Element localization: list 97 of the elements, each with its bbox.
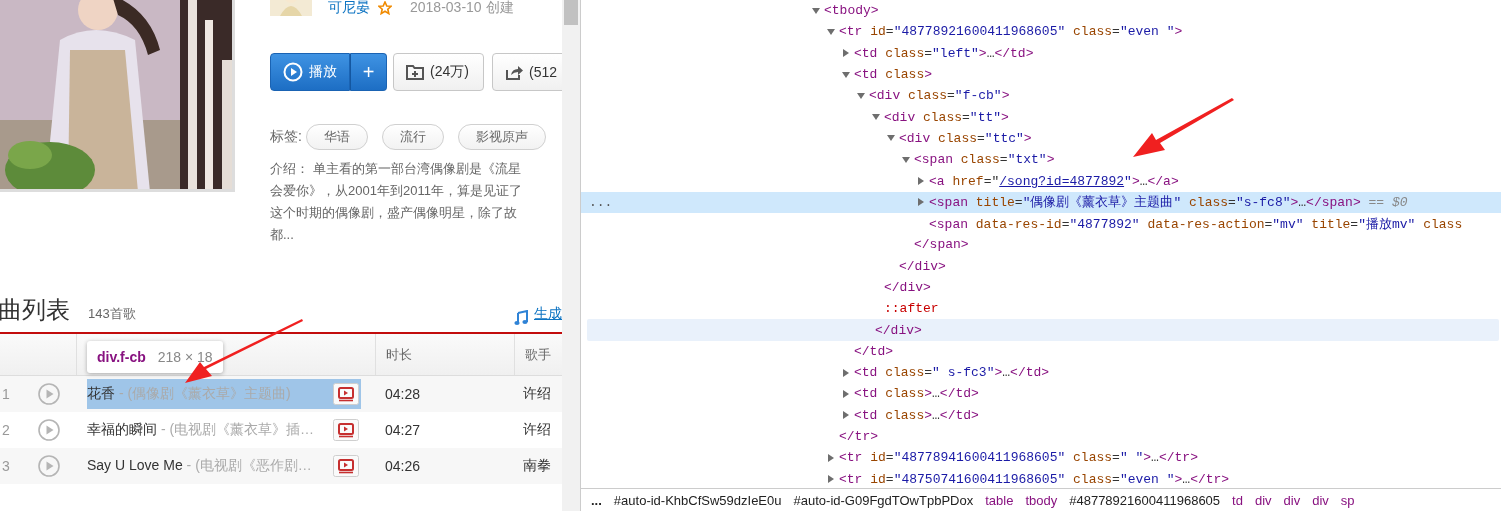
- song-title[interactable]: Say U Love Me - (电视剧《恶作剧…: [87, 457, 333, 475]
- row-number: 3: [1, 458, 11, 474]
- code-line: </tr>: [839, 429, 878, 445]
- collapsed-arrow-icon[interactable]: [917, 198, 925, 207]
- song-title[interactable]: 幸福的瞬间 - (电视剧《薰衣草》插…: [87, 421, 333, 439]
- expanded-arrow-icon[interactable]: [827, 27, 835, 36]
- code-line: <td class=" s-fc3">…</td>: [854, 365, 1050, 381]
- more-button[interactable]: ...: [591, 492, 602, 508]
- code-line: <span data-res-id="4877892" data-res-action="mv" title="播放mv" class: [929, 215, 1463, 233]
- code-line: <td class>: [854, 67, 933, 83]
- code-line: <span class="txt">: [914, 152, 1055, 168]
- singer-cell[interactable]: 许绍: [514, 385, 562, 403]
- code-line: <tr id="48778921600411968605" class="even ">: [839, 24, 1183, 40]
- breadcrumb-item[interactable]: div: [1254, 492, 1272, 508]
- play-button[interactable]: 播放: [270, 53, 350, 91]
- tag-chip[interactable]: 影视原声: [457, 124, 546, 150]
- code-line: <tr id="48778941600411968605" class=" ">…</tr>: [839, 450, 1198, 466]
- song-count: 143首歌: [88, 305, 136, 323]
- intro-text: 都...: [270, 226, 295, 244]
- tag-chip[interactable]: 流行: [381, 124, 444, 150]
- expanded-arrow-icon[interactable]: [842, 70, 850, 79]
- play-icon: [283, 62, 303, 82]
- scrollbar-thumb[interactable]: [564, 0, 578, 25]
- code-line: </td>: [854, 343, 893, 359]
- intro-text: 介绍： 单主看的第一部台湾偶像剧是《流星: [270, 160, 522, 178]
- scrollbar[interactable]: [562, 0, 580, 511]
- breadcrumb-item[interactable]: table: [985, 492, 1014, 508]
- created-date: 2018-03-10 创建: [410, 0, 514, 17]
- video-icon[interactable]: [333, 383, 359, 405]
- code-text: </a>: [1147, 173, 1179, 189]
- collapsed-arrow-icon[interactable]: [842, 411, 850, 420]
- code-text: …: [1139, 173, 1148, 189]
- code-line: <td class="left">…</td>: [854, 45, 1034, 61]
- expanded-arrow-icon[interactable]: [812, 6, 820, 15]
- collapsed-arrow-icon[interactable]: [917, 177, 925, 185]
- breadcrumb-item[interactable]: div: [1283, 492, 1301, 508]
- code-line: <div class="tt">: [884, 109, 1009, 125]
- expanded-arrow-icon[interactable]: [887, 134, 895, 143]
- code-text: href: [951, 173, 984, 189]
- tag-chip[interactable]: 华语: [305, 124, 368, 150]
- collapsed-arrow-icon[interactable]: [827, 453, 835, 462]
- generate-link[interactable]: 生成: [534, 305, 562, 323]
- code-line: </div>: [899, 258, 946, 274]
- code-line: </span>: [914, 237, 969, 253]
- breadcrumb-item[interactable]: #auto-id-KhbCfSw59dzIeE0u: [613, 492, 782, 508]
- duration-cell-text: 04:26: [384, 458, 422, 474]
- expanded-arrow-icon[interactable]: [872, 113, 880, 122]
- share-button[interactable]: (512: [492, 53, 562, 91]
- code-text: ": [1124, 173, 1132, 189]
- duration-cell-text: 04:27: [384, 422, 422, 438]
- code-line: <td class>…</td>: [854, 407, 979, 423]
- breadcrumb-item[interactable]: tbody: [1025, 492, 1058, 508]
- code-line: <div class="f-cb">: [869, 88, 1010, 104]
- code-text: >: [1131, 173, 1140, 189]
- code-line: </div>: [884, 280, 931, 295]
- inspect-tooltip: div.f-cb 218 × 18: [87, 341, 223, 373]
- collapsed-arrow-icon[interactable]: [842, 49, 850, 58]
- share-icon: [505, 64, 523, 80]
- code-line: <tr id="48750741600411968605" class="even ">…</tr>: [839, 471, 1230, 487]
- collapsed-arrow-icon[interactable]: [842, 368, 850, 377]
- more-marker[interactable]: ...: [589, 194, 613, 210]
- add-button[interactable]: +: [350, 53, 387, 91]
- tags-label: 标签:: [270, 128, 302, 146]
- singer-cell[interactable]: 许绍: [514, 421, 562, 439]
- intro-text: 这个时期的偶像剧，盛产偶像明星，除了故: [270, 204, 518, 222]
- video-icon[interactable]: [333, 419, 359, 441]
- breadcrumb-item[interactable]: #48778921600411968605: [1069, 492, 1221, 508]
- video-icon[interactable]: [333, 455, 359, 477]
- singer-cell[interactable]: 南拳: [514, 457, 562, 475]
- breadcrumb-item[interactable]: sp: [1340, 492, 1355, 508]
- collapsed-arrow-icon[interactable]: [827, 475, 835, 484]
- breadcrumb-item[interactable]: #auto-id-G09FgdTOwTpbPDox: [793, 492, 974, 508]
- collect-button[interactable]: (24万): [393, 53, 484, 91]
- code-line: </div>: [875, 322, 922, 338]
- code-line: <tbody>: [824, 3, 879, 19]
- intro-text: 会爱你》，从2001年到2011年，算是见证了: [270, 182, 523, 200]
- code-link[interactable]: /song?id=4877892: [999, 173, 1125, 189]
- folder-add-icon: [406, 64, 424, 80]
- creator-link[interactable]: 可尼晏: [328, 0, 370, 17]
- row-number: 2: [1, 422, 11, 438]
- expanded-arrow-icon[interactable]: [902, 155, 910, 164]
- music-note-icon: [514, 310, 528, 326]
- expanded-arrow-icon[interactable]: [857, 91, 865, 100]
- collapsed-arrow-icon[interactable]: [842, 390, 850, 398]
- breadcrumb-item[interactable]: div: [1312, 492, 1329, 508]
- section-title: 曲列表: [0, 295, 70, 325]
- code-line: ::after: [884, 301, 939, 317]
- duration-cell-text: 04:28: [384, 386, 422, 402]
- row-number: 1: [1, 386, 11, 402]
- breadcrumb-item[interactable]: td: [1232, 492, 1243, 508]
- column-header[interactable]: 时长: [375, 334, 514, 375]
- code-text: =": [983, 173, 1000, 189]
- star-icon: [378, 1, 392, 15]
- code-text: <a: [929, 173, 945, 189]
- code-line: <div class="ttc">: [899, 130, 1032, 146]
- code-line: <span title="偶像剧《薰衣草》主题曲" class="s-fc8">…</span> == $0: [929, 194, 1408, 212]
- code-line: <td class>…</td>: [854, 386, 979, 402]
